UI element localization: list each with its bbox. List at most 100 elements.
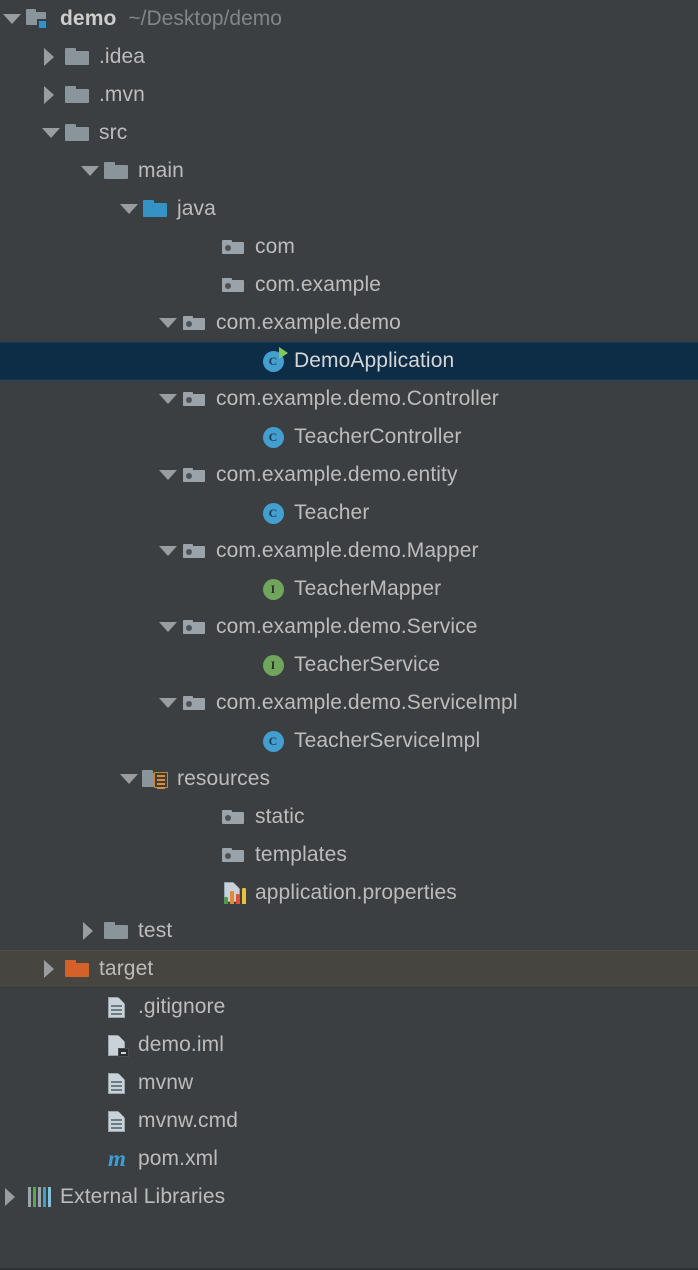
tree-row[interactable]: .idea	[0, 38, 698, 76]
tree-row[interactable]: com.example.demo.ServiceImpl	[0, 684, 698, 722]
chevron-right-icon[interactable]	[39, 76, 63, 114]
tree-row-label: com.example.demo.Mapper	[216, 539, 479, 562]
tree-row[interactable]: C TeacherController	[0, 418, 698, 456]
tree-row[interactable]: target	[0, 950, 698, 988]
properties-file-icon	[219, 878, 249, 908]
tree-row[interactable]: m pom.xml	[0, 1140, 698, 1178]
package-icon	[180, 536, 210, 566]
tree-row[interactable]: I TeacherService	[0, 646, 698, 684]
tree-row-label: mvnw	[138, 1071, 194, 1094]
chevron-down-icon[interactable]	[156, 304, 180, 342]
file-icon	[102, 1068, 132, 1098]
java-interface-icon: I	[258, 574, 288, 604]
tree-row[interactable]: com.example	[0, 266, 698, 304]
maven-pom-icon: m	[108, 1145, 126, 1171]
tree-row[interactable]: mvnw	[0, 1064, 698, 1102]
chevron-down-icon[interactable]	[156, 532, 180, 570]
folder-icon	[63, 80, 93, 110]
chevron-right-icon[interactable]	[39, 950, 63, 988]
tree-row-label: .idea	[99, 45, 146, 68]
folder-icon	[63, 118, 93, 148]
tree-row-label: TeacherService	[294, 653, 441, 676]
tree-row[interactable]: C DemoApplication	[0, 342, 698, 380]
chevron-down-icon[interactable]	[78, 152, 102, 190]
tree-row[interactable]: com.example.demo.Controller	[0, 380, 698, 418]
package-icon	[180, 688, 210, 718]
tree-row-label: com	[255, 235, 295, 258]
tree-row[interactable]: java	[0, 190, 698, 228]
folder-icon	[63, 42, 93, 72]
package-icon	[219, 270, 249, 300]
tree-row[interactable]: C TeacherServiceImpl	[0, 722, 698, 760]
tree-row[interactable]: main	[0, 152, 698, 190]
tree-row-label: com.example	[255, 273, 381, 296]
tree-row-label: TeacherMapper	[294, 577, 442, 600]
tree-row-label: Teacher	[294, 501, 370, 524]
tree-row[interactable]: .gitignore	[0, 988, 698, 1026]
package-icon	[180, 384, 210, 414]
tree-row-label: pom.xml	[138, 1147, 219, 1170]
chevron-down-icon[interactable]	[117, 190, 141, 228]
chevron-right-icon[interactable]	[39, 38, 63, 76]
tree-row-label: External Libraries	[60, 1185, 226, 1208]
chevron-down-icon[interactable]	[117, 760, 141, 798]
tree-row[interactable]: com.example.demo.Service	[0, 608, 698, 646]
tree-row-label: mvnw.cmd	[138, 1109, 238, 1132]
java-class-icon: C	[258, 498, 288, 528]
chevron-down-icon[interactable]	[156, 608, 180, 646]
chevron-down-icon[interactable]	[156, 684, 180, 722]
chevron-down-icon[interactable]	[0, 0, 24, 38]
tree-row[interactable]: resources	[0, 760, 698, 798]
excluded-folder-icon	[63, 954, 93, 984]
tree-row-label: target	[99, 957, 154, 980]
tree-row[interactable]: com.example.demo.Mapper	[0, 532, 698, 570]
external-libraries-icon	[24, 1182, 54, 1212]
tree-row[interactable]: External Libraries	[0, 1178, 698, 1216]
tree-row-label: demo.iml	[138, 1033, 224, 1056]
package-icon	[180, 308, 210, 338]
chevron-right-icon[interactable]	[78, 912, 102, 950]
chevron-right-icon[interactable]	[0, 1178, 24, 1216]
chevron-down-icon[interactable]	[39, 114, 63, 152]
tree-row[interactable]: templates	[0, 836, 698, 874]
tree-row-label: static	[255, 805, 305, 828]
tree-row-label: java	[177, 197, 216, 220]
chevron-down-icon[interactable]	[156, 380, 180, 418]
tree-row[interactable]: demo.iml	[0, 1026, 698, 1064]
package-icon	[219, 802, 249, 832]
file-icon	[102, 992, 132, 1022]
chevron-down-icon[interactable]	[156, 456, 180, 494]
tree-row[interactable]: src	[0, 114, 698, 152]
java-class-runnable-icon: C	[258, 346, 288, 376]
project-tree[interactable]: demo ~/Desktop/demo .idea .mvn src main java co…	[0, 0, 698, 1270]
tree-row[interactable]: demo ~/Desktop/demo	[0, 0, 698, 38]
tree-row[interactable]: .mvn	[0, 76, 698, 114]
tree-row-label: demo	[60, 7, 117, 30]
tree-row[interactable]: static	[0, 798, 698, 836]
iml-file-icon	[102, 1030, 132, 1060]
tree-row-label: resources	[177, 767, 271, 790]
tree-row[interactable]: application.properties	[0, 874, 698, 912]
tree-row-label: TeacherServiceImpl	[294, 729, 481, 752]
tree-row[interactable]: mvnw.cmd	[0, 1102, 698, 1140]
tree-row[interactable]: com.example.demo	[0, 304, 698, 342]
java-class-icon: C	[258, 726, 288, 756]
file-icon	[102, 1106, 132, 1136]
tree-row-label: main	[138, 159, 184, 182]
tree-row-path: ~/Desktop/demo	[128, 7, 282, 30]
tree-row[interactable]: test	[0, 912, 698, 950]
tree-row[interactable]: com	[0, 228, 698, 266]
tree-row[interactable]: com.example.demo.entity	[0, 456, 698, 494]
tree-row[interactable]: C Teacher	[0, 494, 698, 532]
tree-row[interactable]: I TeacherMapper	[0, 570, 698, 608]
